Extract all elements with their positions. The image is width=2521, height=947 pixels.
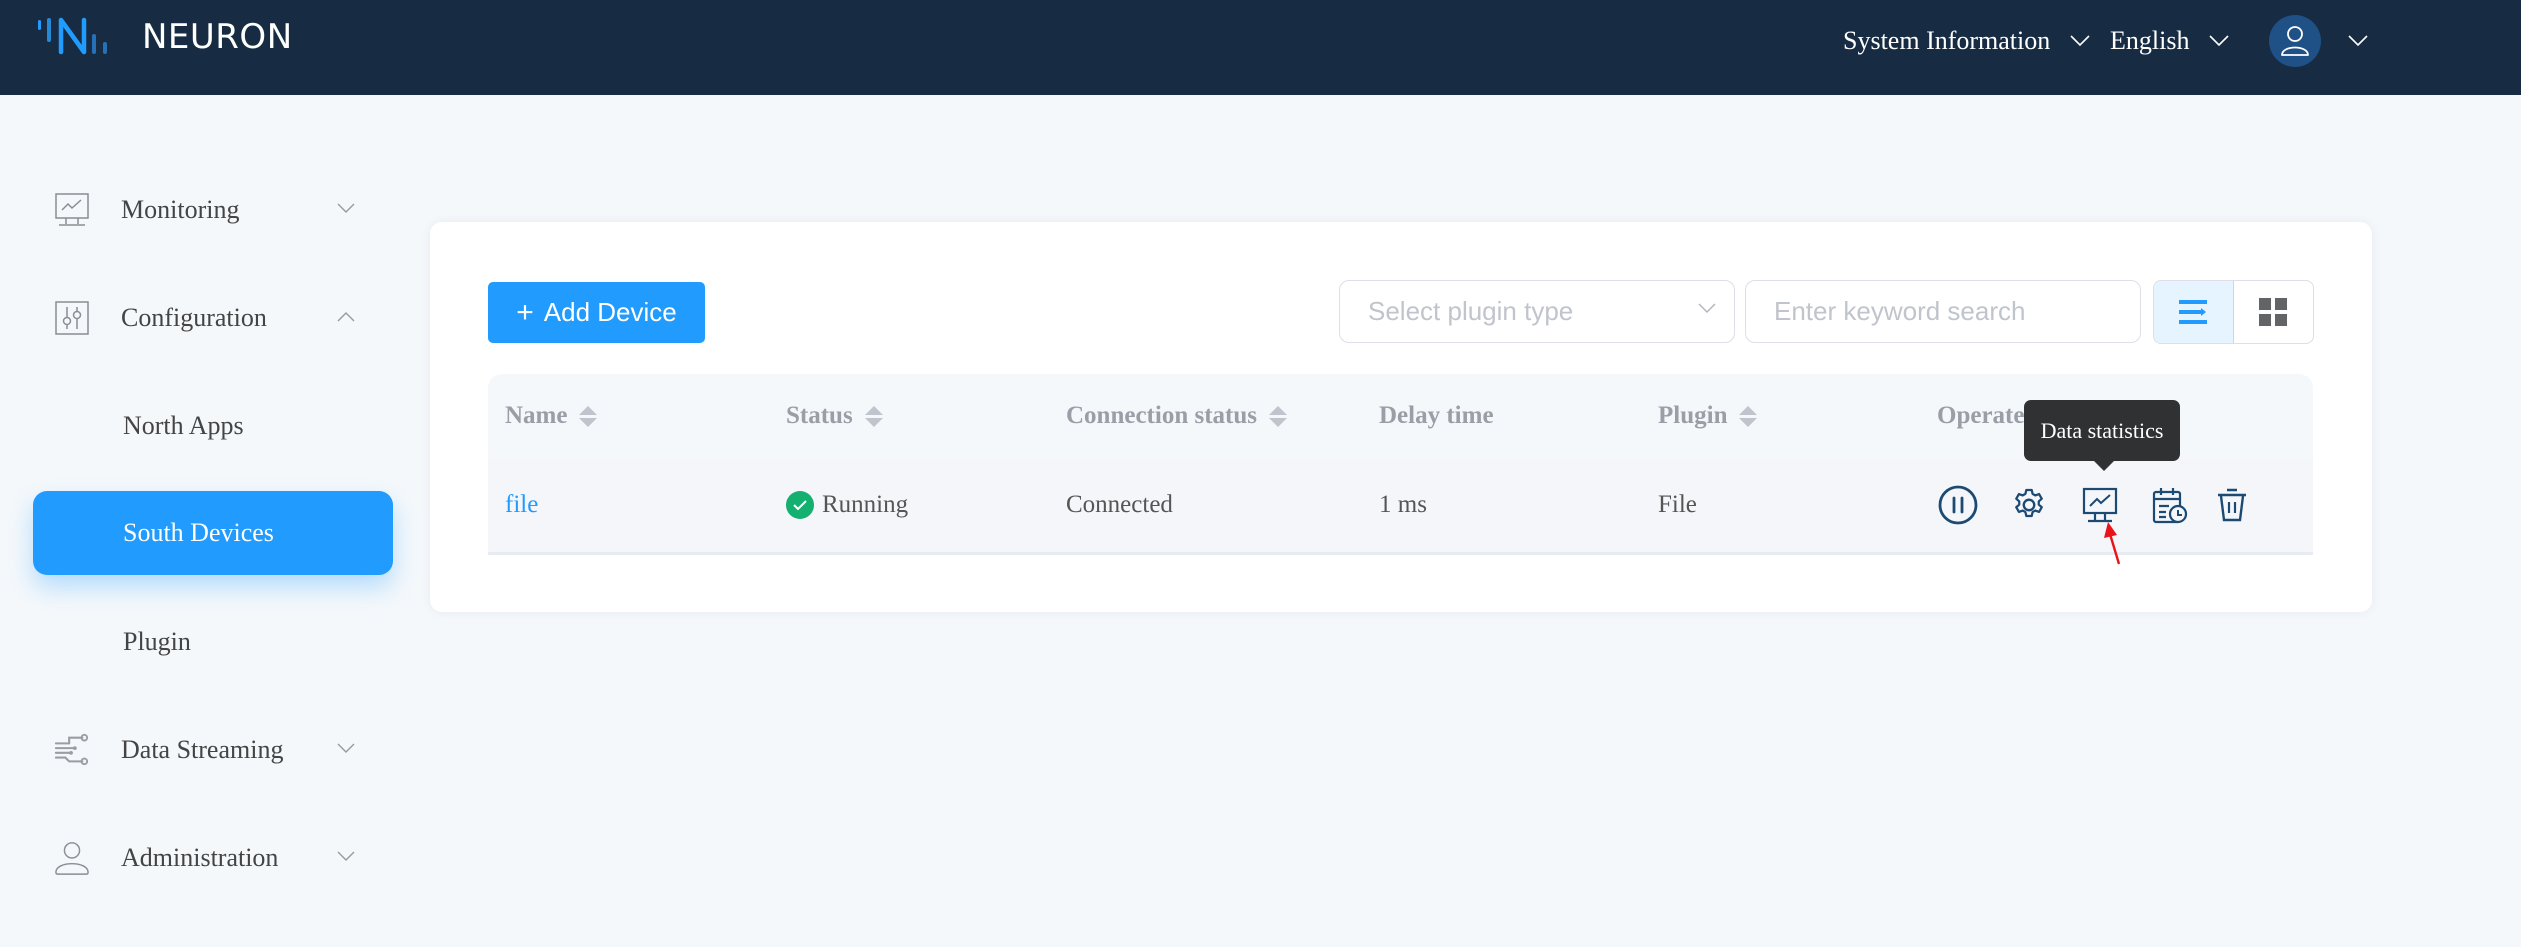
system-information-menu[interactable]: System Information bbox=[1843, 26, 2090, 56]
monitor-chart-icon bbox=[54, 192, 90, 228]
schedule-button[interactable] bbox=[2152, 486, 2188, 524]
list-view-button[interactable] bbox=[2154, 281, 2234, 343]
grid-view-button[interactable] bbox=[2234, 281, 2314, 343]
chevron-down-icon bbox=[337, 849, 355, 867]
column-header-name[interactable]: Name bbox=[505, 402, 598, 430]
sidebar-label: Plugin bbox=[123, 627, 191, 656]
view-mode-toggle bbox=[2153, 280, 2314, 344]
gear-icon bbox=[2015, 488, 2043, 518]
pause-circle-icon bbox=[1938, 485, 1978, 525]
sliders-icon bbox=[54, 300, 90, 336]
sort-icon[interactable] bbox=[579, 405, 598, 427]
column-label: Operate bbox=[1937, 402, 2025, 429]
sidebar-label: North Apps bbox=[123, 411, 244, 440]
language-label: English bbox=[2110, 26, 2190, 55]
calendar-clock-icon bbox=[2152, 488, 2188, 524]
table-row: file Running Connected 1 ms File bbox=[488, 458, 2313, 555]
chevron-down-icon bbox=[337, 741, 355, 759]
user-icon bbox=[54, 840, 90, 876]
trash-icon bbox=[2218, 488, 2246, 522]
sidebar-item-configuration[interactable]: Configuration bbox=[0, 283, 400, 353]
sidebar: Monitoring Configuration North Apps Sout… bbox=[0, 95, 400, 947]
column-label: Status bbox=[786, 402, 853, 429]
column-header-connection-status[interactable]: Connection status bbox=[1066, 402, 1287, 430]
status-text: Running bbox=[822, 491, 909, 518]
sort-icon[interactable] bbox=[1269, 405, 1287, 427]
chevron-down-icon bbox=[2209, 35, 2230, 47]
sidebar-label: Monitoring bbox=[121, 195, 240, 224]
user-menu-chevron-icon[interactable] bbox=[2348, 34, 2368, 52]
sidebar-item-monitoring[interactable]: Monitoring bbox=[0, 175, 400, 245]
column-header-status[interactable]: Status bbox=[786, 402, 883, 430]
delete-button[interactable] bbox=[2216, 488, 2248, 522]
sidebar-label: South Devices bbox=[123, 518, 274, 547]
sidebar-item-south-devices[interactable]: South Devices bbox=[33, 491, 393, 575]
column-label: Name bbox=[505, 402, 568, 429]
sidebar-item-data-streaming[interactable]: Data Streaming bbox=[0, 715, 400, 785]
sidebar-item-north-apps[interactable]: North Apps bbox=[33, 384, 393, 468]
sidebar-label: Administration bbox=[121, 843, 279, 872]
sort-icon[interactable] bbox=[1739, 405, 1758, 427]
plus-icon: + bbox=[516, 295, 534, 329]
list-view-icon bbox=[2179, 300, 2208, 324]
sidebar-item-administration[interactable]: Administration bbox=[0, 823, 400, 893]
check-circle-icon bbox=[786, 491, 814, 519]
plugin-type-placeholder: Select plugin type bbox=[1368, 296, 1574, 326]
sort-icon[interactable] bbox=[864, 405, 883, 427]
top-header: NEURON System Information English bbox=[0, 0, 2521, 95]
data-streaming-icon bbox=[54, 732, 90, 768]
chevron-down-icon bbox=[1698, 303, 1716, 314]
user-icon bbox=[2281, 26, 2309, 56]
data-statistics-button[interactable] bbox=[2082, 487, 2118, 523]
connection-status: Connected bbox=[1066, 491, 1173, 518]
column-header-delay-time: Delay time bbox=[1379, 402, 1494, 430]
plugin-name: File bbox=[1658, 491, 1697, 518]
sidebar-label: Configuration bbox=[121, 303, 267, 332]
logo[interactable]: NEURON bbox=[36, 14, 293, 60]
chevron-up-icon bbox=[337, 309, 355, 327]
delay-time: 1 ms bbox=[1379, 491, 1427, 518]
grid-view-icon bbox=[2259, 298, 2288, 326]
column-header-plugin[interactable]: Plugin bbox=[1658, 402, 1758, 430]
keyword-search-input[interactable] bbox=[1745, 280, 2141, 343]
add-device-label: Add Device bbox=[543, 297, 677, 327]
column-label: Connection status bbox=[1066, 402, 1257, 429]
device-status: Running bbox=[786, 458, 908, 552]
sidebar-label: Data Streaming bbox=[121, 735, 284, 764]
column-label: Delay time bbox=[1379, 402, 1494, 429]
chevron-down-icon bbox=[2070, 35, 2090, 47]
neuron-logo-icon bbox=[38, 17, 107, 55]
language-menu[interactable]: English bbox=[2110, 26, 2230, 56]
column-header-operate: Operate bbox=[1937, 402, 2024, 430]
add-device-button[interactable]: + Add Device bbox=[488, 282, 705, 343]
data-statistics-tooltip: Data statistics bbox=[2024, 400, 2180, 471]
system-information-label: System Information bbox=[1843, 26, 2051, 55]
chevron-down-icon bbox=[337, 201, 355, 219]
monitor-chart-icon bbox=[2082, 487, 2118, 523]
settings-button[interactable] bbox=[2011, 487, 2047, 523]
user-avatar[interactable] bbox=[2269, 15, 2321, 67]
pointer-arrow-icon bbox=[2104, 522, 2121, 565]
column-label: Plugin bbox=[1658, 402, 1728, 429]
pause-button[interactable] bbox=[1938, 485, 1978, 525]
device-name-link[interactable]: file bbox=[505, 458, 538, 552]
sidebar-item-plugin[interactable]: Plugin bbox=[33, 600, 393, 684]
plugin-type-select[interactable]: Select plugin type bbox=[1339, 280, 1735, 343]
brand-name: NEURON bbox=[142, 17, 293, 57]
